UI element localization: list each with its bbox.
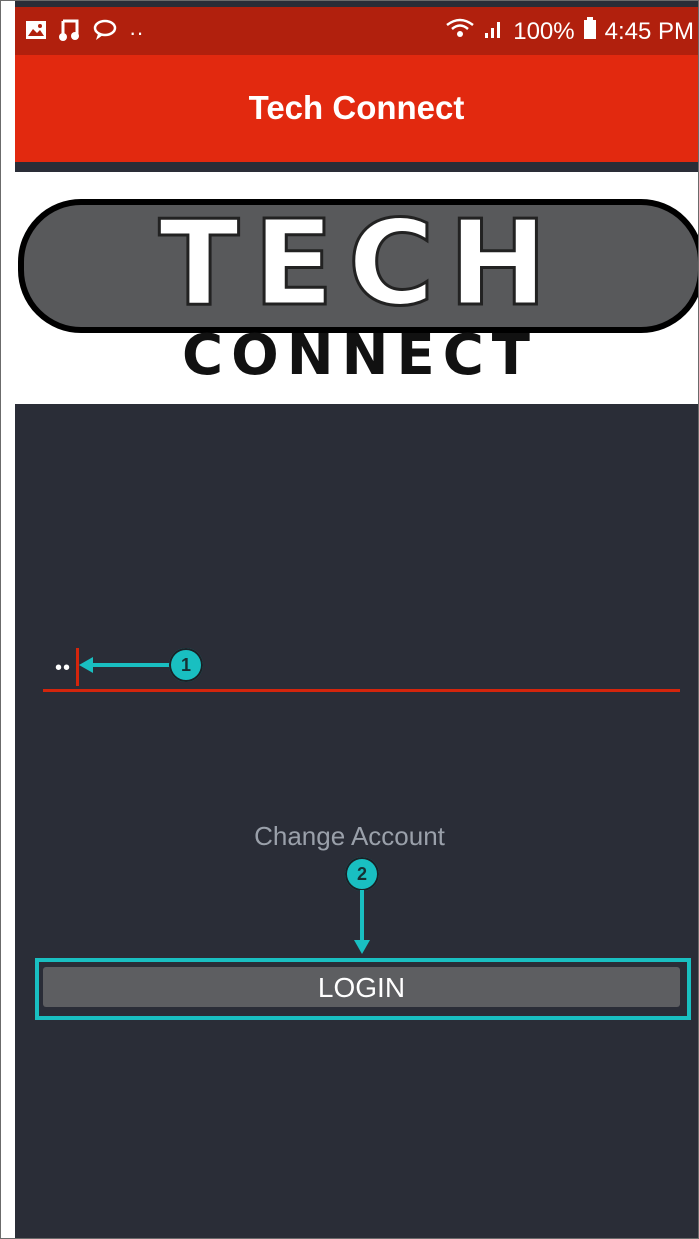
password-input-value[interactable]: •• xyxy=(55,657,71,680)
wifi-icon xyxy=(445,17,475,46)
battery-percent: 100% xyxy=(513,17,575,45)
phone-screen: ·· 100% 4:45 PM Tech Connect TECH CONNEC… xyxy=(0,0,699,1239)
tech-connect-logo: TECH CONNECT xyxy=(18,193,698,388)
app-title: Tech Connect xyxy=(248,89,465,126)
logo-bottom-text: CONNECT xyxy=(182,323,538,388)
more-notifications: ·· xyxy=(129,19,144,45)
image-icon xyxy=(25,20,47,45)
clock: 4:45 PM xyxy=(604,17,694,45)
app-bar: Tech Connect xyxy=(15,55,698,162)
left-margin xyxy=(1,1,15,1238)
music-icon xyxy=(57,17,83,48)
battery-icon xyxy=(583,17,597,46)
signal-icon xyxy=(483,17,505,46)
appbar-divider xyxy=(15,162,698,172)
logo-top-text: TECH xyxy=(159,194,561,332)
login-button[interactable]: LOGIN xyxy=(43,967,680,1007)
callout-arrow-1 xyxy=(89,663,171,667)
logo-banner: TECH CONNECT xyxy=(15,172,698,404)
callout-arrow-2 xyxy=(360,890,364,940)
callout-arrow-head-2 xyxy=(354,940,370,954)
status-bar: ·· 100% 4:45 PM xyxy=(15,7,698,55)
callout-badge-2: 2 xyxy=(345,857,379,891)
password-field-underline[interactable] xyxy=(43,689,680,692)
change-account-link[interactable]: Change Account xyxy=(1,821,698,852)
chat-icon xyxy=(93,19,119,46)
callout-badge-1: 1 xyxy=(169,648,203,682)
